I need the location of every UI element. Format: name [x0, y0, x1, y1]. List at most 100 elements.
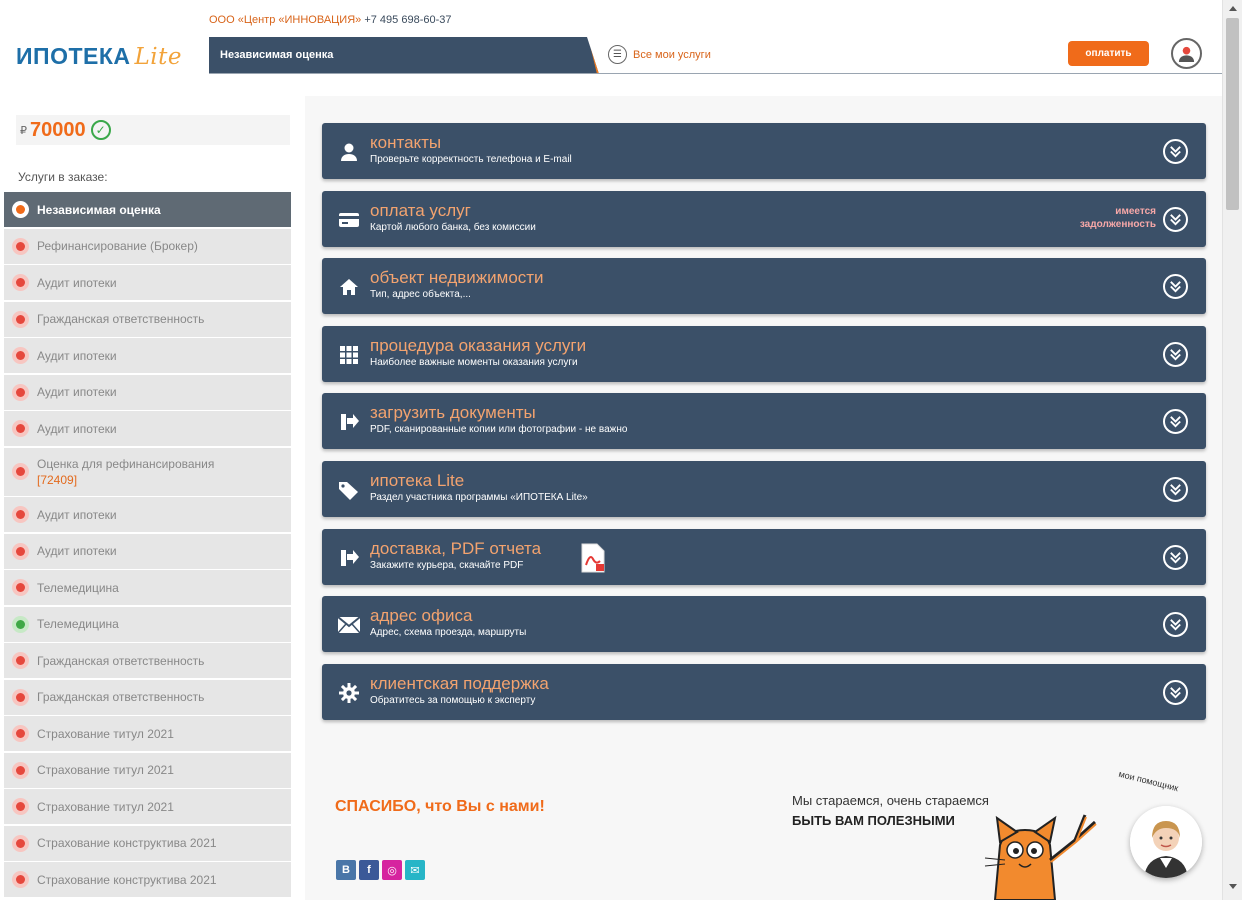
status-dot-icon	[12, 310, 29, 328]
sidebar-service-item[interactable]: Телемедицина	[4, 606, 291, 642]
sidebar-service-item[interactable]: Страхование титул 2021	[4, 716, 291, 751]
panel-title: адрес офиса	[370, 606, 473, 626]
panel-title: клиентская поддержка	[370, 673, 549, 693]
scroll-up-arrow-icon[interactable]	[1229, 6, 1237, 11]
chevron-down-icon[interactable]	[1163, 274, 1188, 300]
panel-subtitle: Адрес, схема проезда, маршруты	[370, 627, 527, 639]
accordion-panel-upload[interactable]: загрузить документы PDF, сканированные ко…	[322, 393, 1206, 450]
service-label: Аудит ипотеки	[37, 275, 117, 290]
accordion-panel-credit-card[interactable]: оплата услуг Картой любого банка, без ком…	[322, 190, 1206, 247]
pdf-file-icon[interactable]	[580, 543, 606, 573]
upload-icon	[338, 411, 360, 433]
chevron-down-icon[interactable]	[1163, 477, 1188, 502]
panel-subtitle: Обратитесь за помощью к эксперту	[370, 694, 536, 706]
current-service-label: Независимая оценка	[220, 49, 334, 61]
chevron-down-icon[interactable]	[1163, 409, 1188, 435]
service-label: Страхование титул 2021	[37, 726, 174, 741]
current-service-bar[interactable]: Независимая оценка	[209, 37, 599, 74]
accordion-panel-home[interactable]: объект недвижимости Тип, адрес объекта,..…	[322, 258, 1206, 315]
scrollbar-thumb[interactable]	[1226, 18, 1239, 210]
facebook-icon[interactable]: f	[359, 860, 379, 880]
page-scrollbar[interactable]	[1222, 0, 1242, 900]
service-label: Страхование титул 2021	[37, 799, 174, 814]
sidebar-service-item[interactable]: Страхование титул 2021	[4, 789, 291, 824]
accordion-panel-envelope[interactable]: адрес офиса Адрес, схема проезда, маршрут…	[322, 596, 1206, 653]
sidebar-service-item[interactable]: Рефинансирование (Брокер)	[4, 228, 291, 264]
scroll-down-arrow-icon[interactable]	[1229, 884, 1237, 889]
status-dot-icon	[12, 871, 29, 888]
sidebar-service-item[interactable]: Оценка для рефинансирования [72409]	[4, 447, 291, 496]
status-dot-icon	[12, 420, 29, 437]
status-dot-icon	[12, 834, 29, 852]
service-label: Телемедицина	[37, 617, 119, 631]
sidebar-service-item[interactable]: Гражданская ответственность	[4, 301, 291, 337]
order-price: ₽ 70000 ✓	[16, 115, 290, 145]
chevron-down-icon[interactable]	[1163, 341, 1188, 367]
chevron-down-icon[interactable]	[1163, 679, 1188, 705]
service-label: Аудит ипотеки	[37, 348, 117, 363]
sidebar-service-item[interactable]: Аудит ипотеки	[4, 533, 291, 569]
service-label: Гражданская ответственность	[37, 653, 205, 668]
sidebar-service-item[interactable]: Страхование конструктива 2021	[4, 825, 291, 861]
debt-warning: имеется задолженность	[1079, 205, 1156, 230]
all-services-link[interactable]: ☰ Все мои услуги	[608, 45, 711, 64]
delivery-icon	[338, 547, 360, 569]
company-info: ООО «Центр «ИННОВАЦИЯ» +7 495 698-60-37	[209, 14, 452, 26]
panel-title: оплата услуг	[370, 200, 471, 220]
chevron-down-icon[interactable]	[1163, 544, 1188, 570]
envelope-icon	[338, 614, 360, 636]
accordion-panel-delivery[interactable]: доставка, PDF отчета Закажите курьера, ск…	[322, 528, 1206, 585]
service-label: Аудит ипотеки	[37, 507, 117, 522]
company-phone[interactable]: +7 495 698-60-37	[364, 14, 451, 26]
status-dot-icon	[12, 688, 29, 706]
chevron-down-icon[interactable]	[1163, 139, 1188, 164]
service-label: Рефинансирование (Брокер)	[37, 239, 198, 253]
service-label: Гражданская ответственность	[37, 690, 205, 704]
price-value: 70000	[30, 118, 86, 141]
service-label: Гражданская ответственность	[37, 312, 205, 326]
sidebar-service-item[interactable]: Аудит ипотеки	[4, 497, 291, 532]
cat-mascot-icon	[984, 814, 1097, 900]
vk-icon[interactable]: B	[336, 860, 356, 880]
status-dot-icon	[12, 274, 29, 291]
sidebar-service-item[interactable]: Аудит ипотеки	[4, 374, 291, 410]
accordion-panel-grid[interactable]: процедура оказания услуги Наиболее важные…	[322, 325, 1206, 382]
status-dot-icon	[12, 463, 29, 480]
logo[interactable]: ИПОТЕКА Lite	[16, 43, 182, 70]
status-dot-icon	[12, 237, 29, 255]
sidebar-service-item[interactable]: Гражданская ответственность	[4, 679, 291, 715]
panel-title: процедура оказания услуги	[370, 335, 587, 355]
service-code: [72409]	[37, 472, 78, 487]
grid-icon	[338, 344, 360, 366]
sidebar-service-item[interactable]: Аудит ипотеки	[4, 338, 291, 373]
service-label: Аудит ипотеки	[37, 421, 117, 436]
assistant-avatar[interactable]	[1130, 806, 1202, 878]
sidebar-service-item[interactable]: Независимая оценка	[4, 192, 291, 227]
thanks-message: СПАСИБО, что Вы с нами!	[335, 798, 545, 815]
panel-subtitle: PDF, сканированные копии или фотографии …	[370, 424, 628, 436]
sidebar-service-item[interactable]: Аудит ипотеки	[4, 411, 291, 446]
accordion-panel-tag[interactable]: ипотека Lite Раздел участника программы «…	[322, 461, 1206, 517]
panel-title: загрузить документы	[370, 403, 536, 423]
instagram-icon[interactable]: ◎	[382, 860, 402, 880]
sidebar-service-item[interactable]: Телемедицина	[4, 570, 291, 605]
sidebar-service-item[interactable]: Аудит ипотеки	[4, 265, 291, 300]
sidebar-service-item[interactable]: Страхование титул 2021	[4, 752, 291, 788]
chevron-down-icon[interactable]	[1163, 612, 1188, 638]
user-profile-icon[interactable]	[1171, 38, 1202, 69]
service-label: Страхование конструктива 2021	[37, 872, 217, 887]
sidebar-service-item[interactable]: Гражданская ответственность	[4, 643, 291, 678]
chevron-down-icon[interactable]	[1163, 206, 1188, 232]
email-icon[interactable]: ✉	[405, 860, 425, 880]
service-label: Страхование титул 2021	[37, 763, 174, 777]
service-label: Аудит ипотеки	[37, 544, 117, 558]
logo-main: ИПОТЕКА	[16, 43, 131, 69]
all-services-label: Все мои услуги	[633, 48, 711, 61]
user-icon	[338, 141, 360, 163]
accordion-panel-user[interactable]: контакты Проверьте корректность телефона …	[322, 123, 1206, 179]
panel-title: объект недвижимости	[370, 268, 544, 288]
pay-button[interactable]: оплатить	[1068, 41, 1149, 66]
accordion-panel-gear[interactable]: клиентская поддержка Обратитесь за помощь…	[322, 663, 1206, 720]
status-dot-icon	[12, 725, 29, 742]
sidebar-service-item[interactable]: Страхование конструктива 2021	[4, 862, 291, 897]
